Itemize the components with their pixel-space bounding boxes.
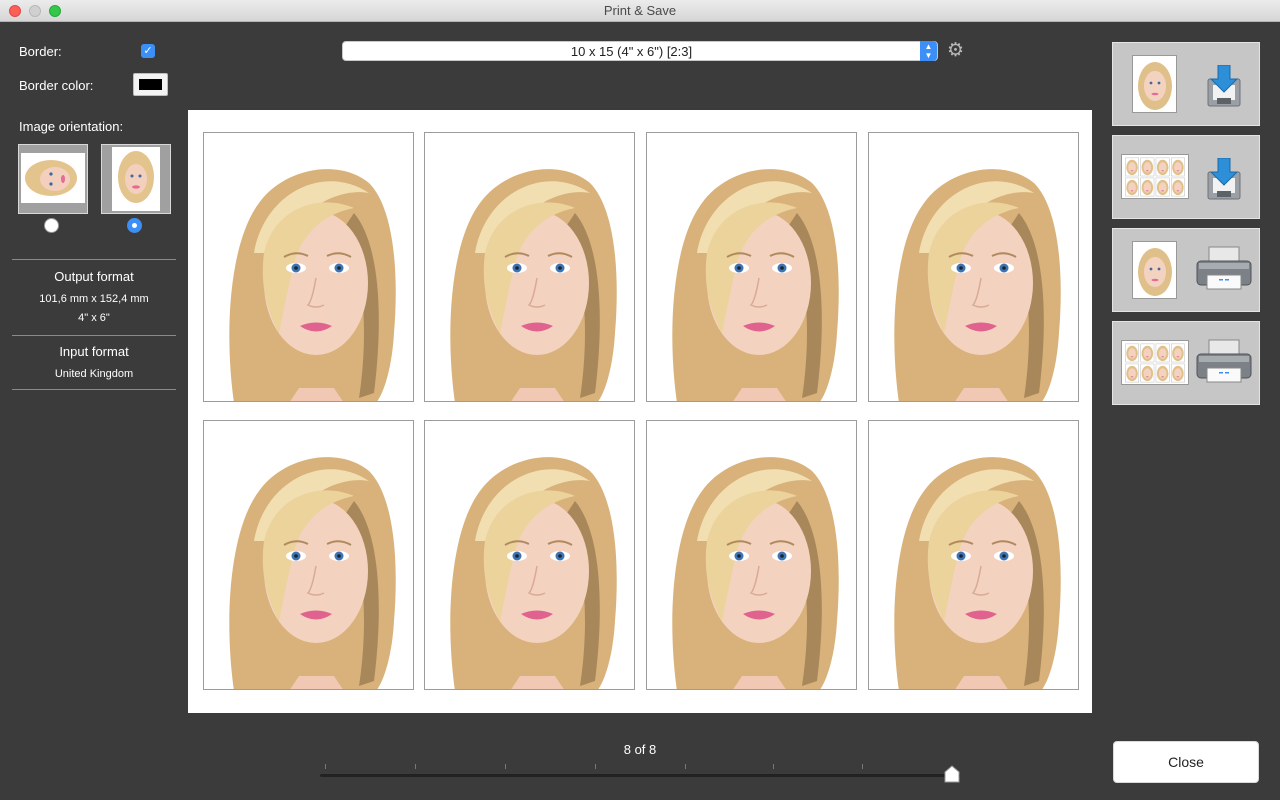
orientation-landscape-thumb[interactable] — [18, 144, 88, 214]
page-slider-track[interactable] — [320, 774, 960, 777]
portrait-photo — [647, 133, 856, 401]
photo-cell — [203, 420, 414, 690]
portrait-photo — [204, 133, 413, 401]
divider — [12, 389, 176, 390]
photo-cell — [424, 132, 635, 402]
border-color-well[interactable] — [133, 73, 168, 96]
border-checkbox[interactable]: ✓ — [141, 44, 155, 58]
photo-sheet-thumb — [1121, 340, 1189, 385]
orientation-portrait-thumb[interactable] — [101, 144, 171, 214]
portrait-photo — [425, 421, 634, 689]
close-button[interactable]: Close — [1113, 741, 1259, 783]
print-single-photo-button[interactable] — [1112, 228, 1260, 312]
border-color-label: Border color: — [19, 78, 94, 93]
save-photo-sheet-button[interactable] — [1112, 135, 1260, 219]
border-label: Border: — [19, 44, 62, 59]
orientation-landscape-radio[interactable] — [44, 218, 59, 233]
border-color-swatch — [139, 79, 162, 90]
portrait-photo — [869, 133, 1078, 401]
output-format-title: Output format — [54, 269, 134, 284]
chevron-updown-icon: ▲ ▼ — [920, 41, 937, 61]
photo-cell — [868, 132, 1079, 402]
orientation-portrait-radio[interactable] — [127, 218, 142, 233]
portrait-photo-icon — [25, 160, 77, 196]
divider — [12, 259, 176, 260]
print-preview-sheet — [188, 110, 1092, 713]
paper-size-value: 10 x 15 (4" x 6") [2:3] — [570, 44, 693, 59]
input-format-value: United Kingdom — [54, 368, 134, 380]
output-format-metric: 101,6 mm x 152,4 mm — [39, 293, 149, 305]
portrait-photo — [647, 421, 856, 689]
page-indicator: 8 of 8 — [623, 742, 657, 757]
portrait-photo-icon — [1138, 62, 1172, 110]
photo-cell — [424, 420, 635, 690]
image-orientation-label: Image orientation: — [19, 119, 124, 134]
portrait-photo — [425, 133, 634, 401]
portrait-photo — [204, 421, 413, 689]
portrait-photo-icon — [118, 151, 154, 203]
print-photo-sheet-button[interactable] — [1112, 321, 1260, 405]
photo-sheet-thumb — [1121, 154, 1189, 199]
page-slider-knob[interactable] — [944, 765, 960, 783]
window-title: Print & Save — [603, 3, 677, 18]
single-photo-thumb — [1132, 241, 1177, 299]
photo-cell — [646, 420, 857, 690]
photo-cell — [868, 420, 1079, 690]
save-single-photo-button[interactable] — [1112, 42, 1260, 126]
printer-icon — [1196, 246, 1252, 290]
save-download-icon — [1207, 65, 1241, 107]
photo-cell — [203, 132, 414, 402]
output-format-imperial: 4" x 6" — [78, 312, 110, 324]
portrait-photo — [869, 421, 1078, 689]
photo-cell — [646, 132, 857, 402]
gear-icon[interactable]: ⚙ — [947, 41, 967, 61]
portrait-photo-icon — [1138, 248, 1172, 296]
input-format-title: Input format — [59, 344, 129, 359]
title-bar: Print & Save — [0, 0, 1280, 22]
single-photo-thumb — [1132, 55, 1177, 113]
paper-size-select[interactable]: 10 x 15 (4" x 6") [2:3] ▲ ▼ — [342, 41, 938, 61]
printer-icon — [1196, 339, 1252, 383]
divider — [12, 335, 176, 336]
save-download-icon — [1207, 158, 1241, 200]
